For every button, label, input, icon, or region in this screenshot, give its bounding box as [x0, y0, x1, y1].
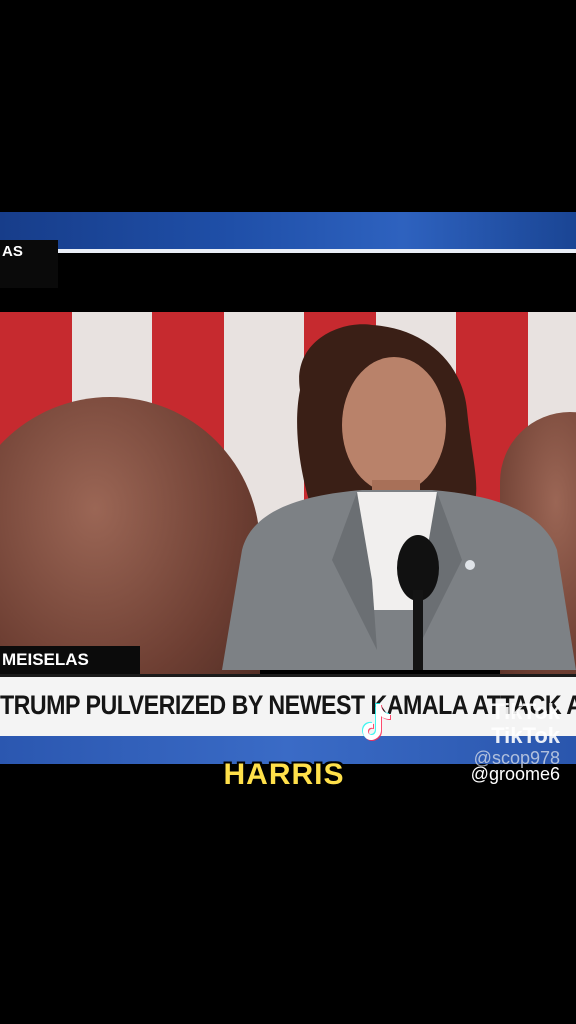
watermark-username: @groome6 — [470, 764, 560, 784]
speaker-figure — [222, 324, 576, 670]
tiktok-logo-icon — [361, 703, 391, 741]
top-banner-divider — [58, 249, 576, 253]
watermark-brand-secondary: TikTok — [491, 723, 560, 748]
tiktok-watermark: TikTok TikTok @scop978 — [361, 699, 560, 768]
lower-third-name: MEISELAS — [0, 646, 140, 674]
top-banner — [0, 212, 576, 250]
watermark-brand: TikTok — [491, 699, 560, 724]
top-channel-tag: AS — [0, 240, 58, 288]
video-frame[interactable]: AS MEISELAS TRUMP PULVERIZED BY NEWEST K… — [0, 212, 576, 764]
caption-text: HARRIS — [223, 758, 345, 791]
